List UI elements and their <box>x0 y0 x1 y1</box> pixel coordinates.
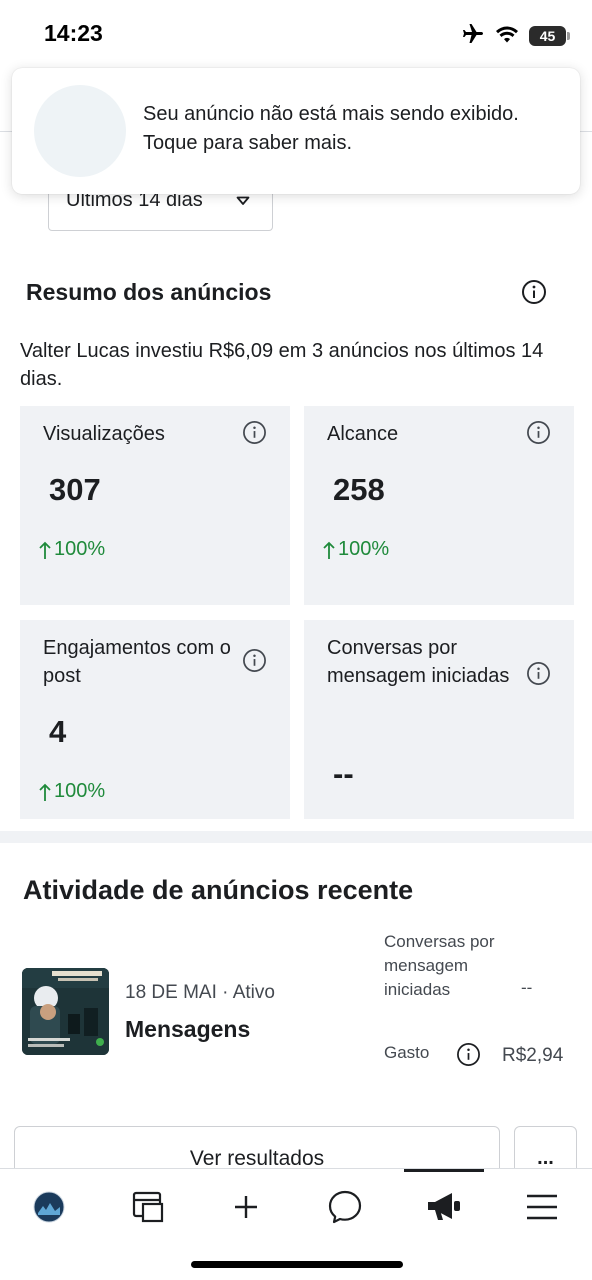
section-divider <box>0 831 592 843</box>
metric-change-value: 100% <box>54 538 106 560</box>
profile-avatar[interactable] <box>24 1187 74 1227</box>
ad-metric-label: Conversas por mensagem iniciadas <box>384 932 495 999</box>
ad-metric-value: -- <box>521 978 533 997</box>
metric-card-engagements[interactable]: Engajamentos com o post 4 100% <box>20 620 290 819</box>
ad-name[interactable]: Mensagens <box>125 1016 250 1043</box>
caret-down-icon <box>236 193 250 211</box>
metric-label: Alcance <box>327 423 399 445</box>
airplane-icon <box>461 22 485 51</box>
metric-change: 100% <box>322 538 389 561</box>
metric-change: 100% <box>38 538 105 561</box>
ad-thumbnail[interactable] <box>22 968 109 1055</box>
spend-info-icon[interactable] <box>456 1042 481 1072</box>
arrow-up-icon <box>39 541 51 559</box>
summary-info-icon[interactable] <box>521 279 547 310</box>
metric-label: Conversas por mensagem iniciadas <box>327 637 510 687</box>
ad-date-status: 18 DE MAI · Ativo <box>125 982 275 1003</box>
arrow-up-icon <box>39 783 51 801</box>
status-time: 14:23 <box>44 20 103 46</box>
summary-description: Valter Lucas investiu R$6,09 em 3 anúnci… <box>20 340 544 390</box>
metric-card-views[interactable]: Visualizações 307 100% <box>20 406 290 605</box>
arrow-up-icon <box>323 541 335 559</box>
pages-icon[interactable] <box>123 1187 173 1227</box>
home-indicator <box>191 1261 403 1268</box>
metric-change-value: 100% <box>54 780 106 802</box>
toast-message: Seu anúncio não está mais sendo exibido.… <box>143 103 519 154</box>
ads-icon[interactable] <box>419 1187 469 1227</box>
metric-label: Engajamentos com o post <box>43 637 231 687</box>
menu-icon[interactable] <box>517 1187 567 1227</box>
create-icon[interactable] <box>221 1187 271 1227</box>
metric-change: 100% <box>38 780 105 803</box>
ad-not-running-toast[interactable]: Seu anúncio não está mais sendo exibido.… <box>12 68 580 194</box>
info-icon[interactable] <box>526 420 551 450</box>
status-icons: 45 <box>461 22 570 51</box>
metric-value: 4 <box>49 714 67 749</box>
messages-icon[interactable] <box>320 1187 370 1227</box>
metric-card-reach[interactable]: Alcance 258 100% <box>304 406 574 605</box>
spend-label: Gasto <box>384 1043 430 1062</box>
toast-avatar <box>34 85 126 177</box>
summary-title: Resumo dos anúncios <box>26 279 272 305</box>
info-icon[interactable] <box>242 420 267 450</box>
metric-value: 307 <box>49 472 101 507</box>
nav-active-indicator <box>404 1169 484 1172</box>
metric-value: -- <box>333 756 354 791</box>
metric-change-value: 100% <box>338 538 390 560</box>
wifi-icon <box>495 24 519 49</box>
metric-label: Visualizações <box>43 423 165 445</box>
metric-card-conversations[interactable]: Conversas por mensagem iniciadas -- <box>304 620 574 819</box>
activity-title: Atividade de anúncios recente <box>23 875 414 905</box>
info-icon[interactable] <box>526 661 551 691</box>
metric-value: 258 <box>333 472 385 507</box>
battery-icon: 45 <box>529 26 570 46</box>
spend-value: R$2,94 <box>502 1045 564 1066</box>
info-icon[interactable] <box>242 648 267 678</box>
status-bar: 14:23 45 <box>0 0 592 70</box>
